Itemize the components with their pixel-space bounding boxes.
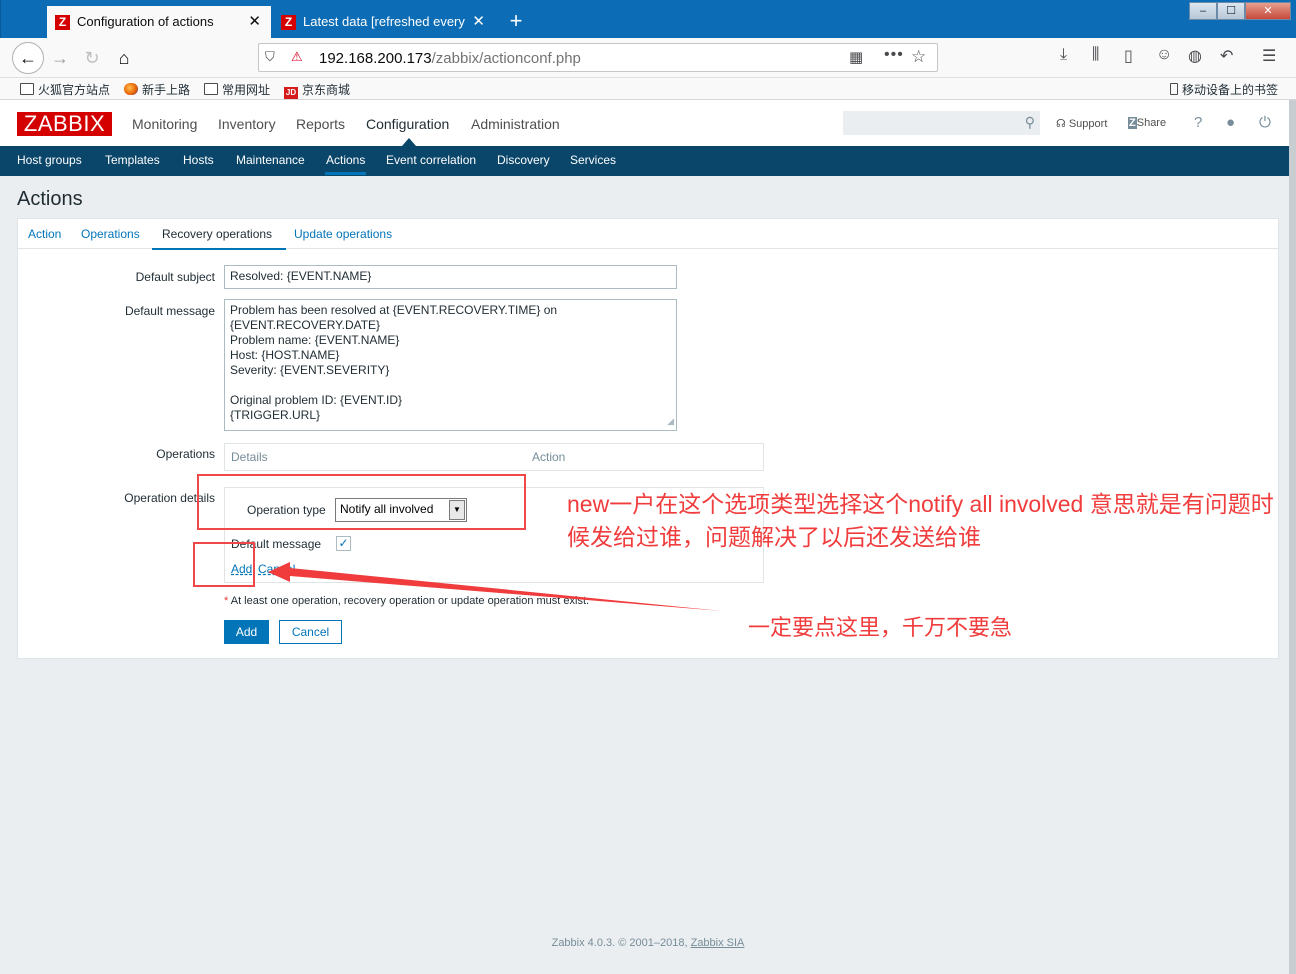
annotation-arrow-layer [268,562,722,611]
annotation-arrow [268,562,722,611]
